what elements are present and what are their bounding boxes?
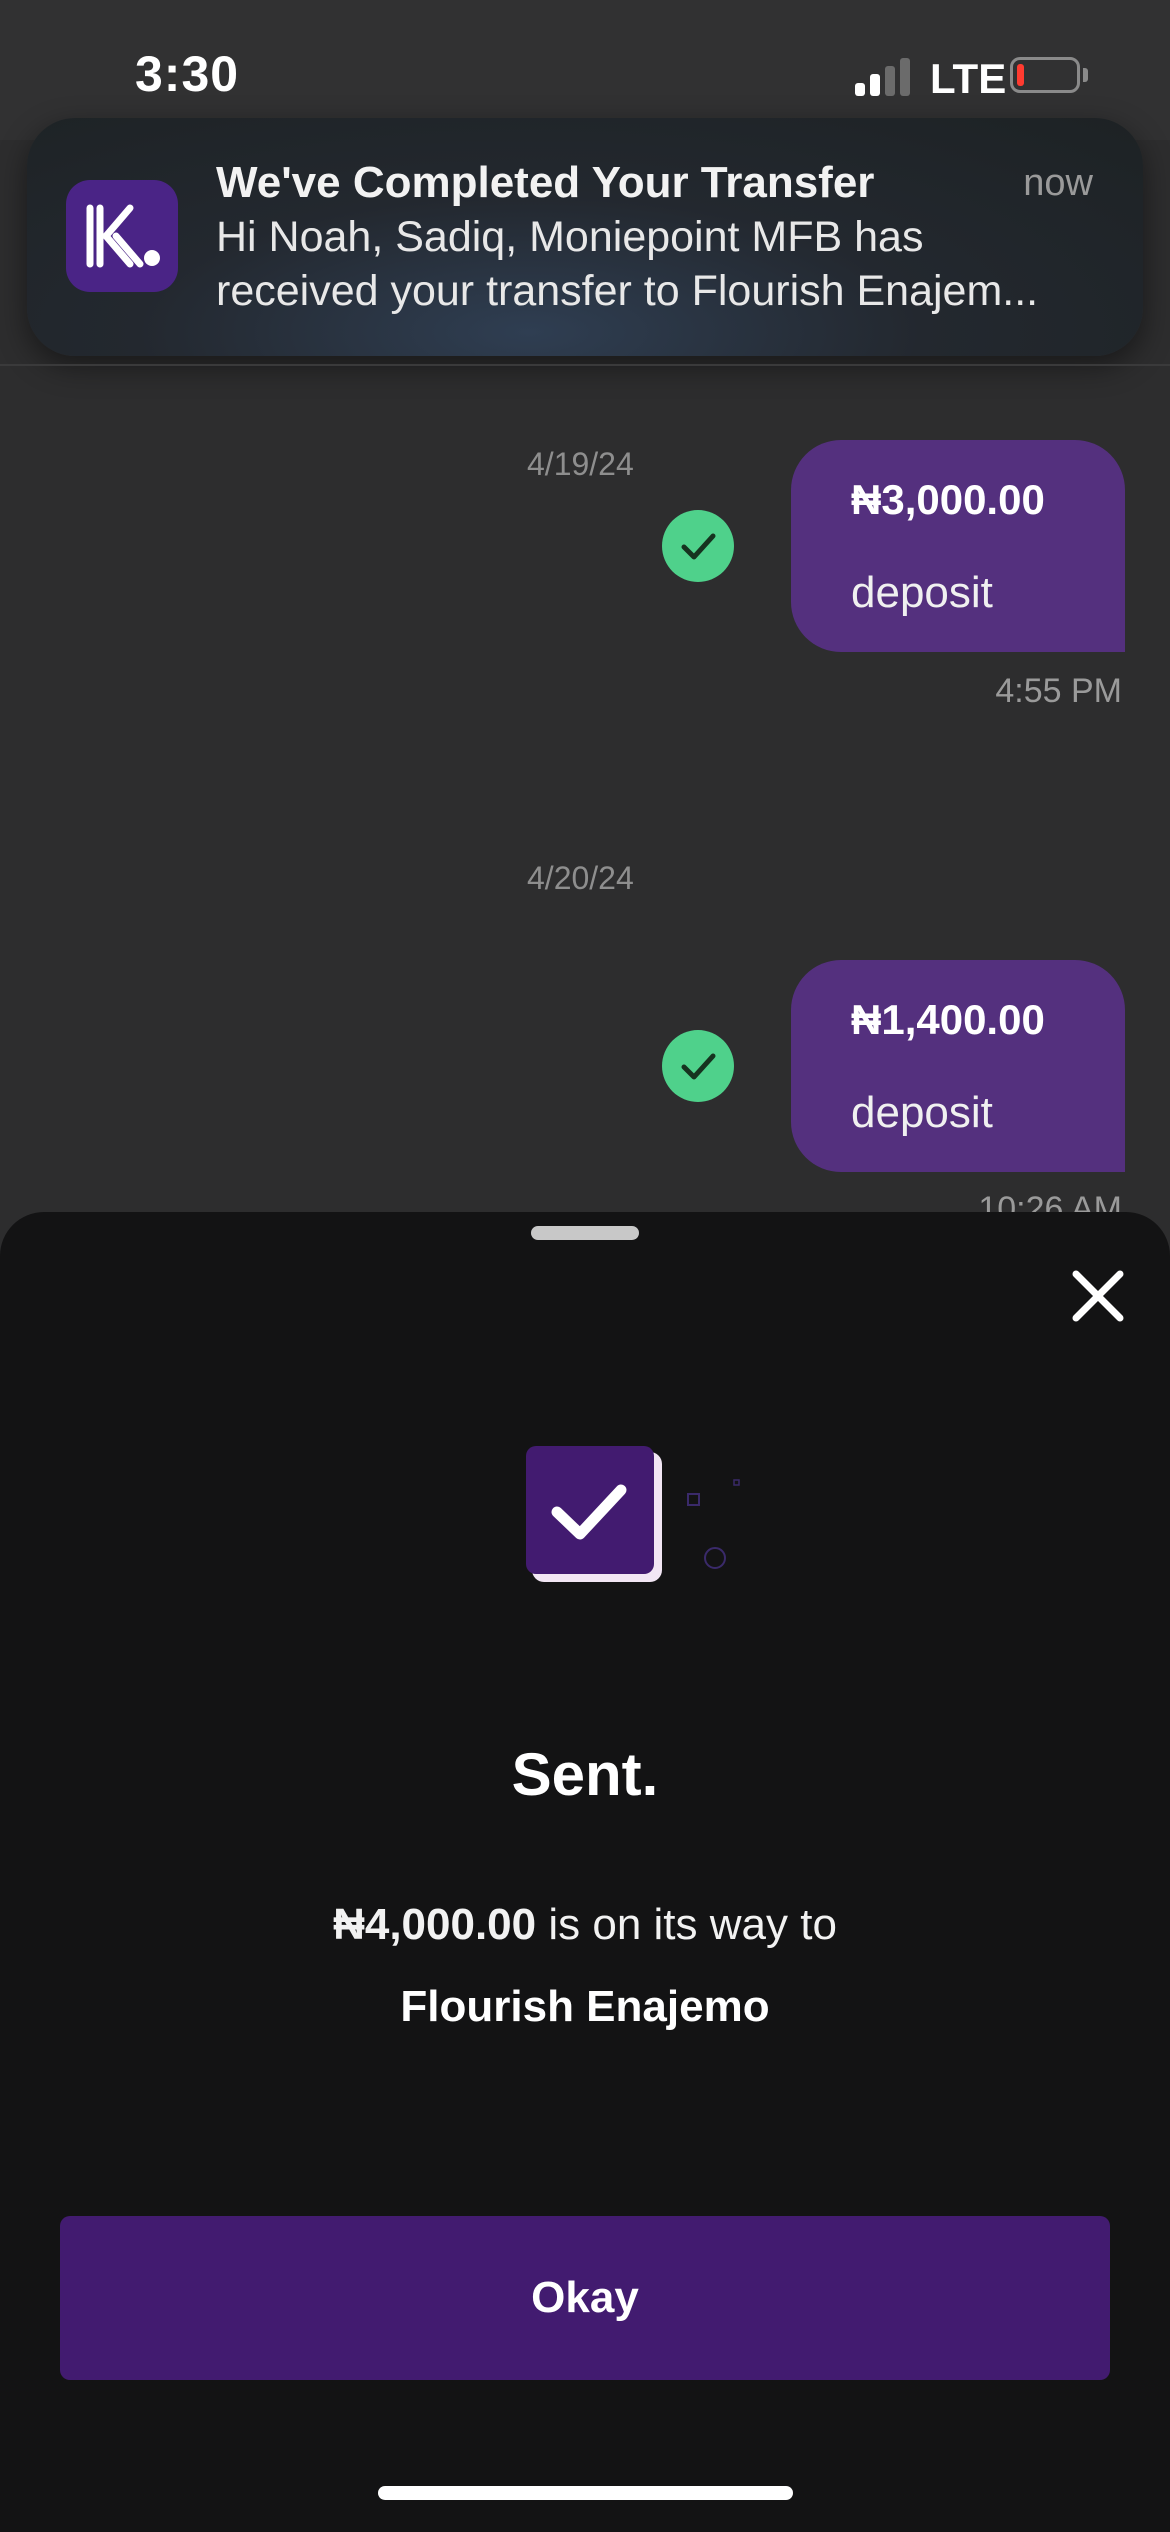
- battery-cap: [1083, 68, 1088, 82]
- screen: 3:30 LTE We've Completed Your Transfer n…: [0, 0, 1170, 2532]
- battery-icon: [1010, 57, 1080, 93]
- transaction-type: deposit: [851, 1088, 993, 1137]
- notification-banner[interactable]: We've Completed Your Transfer now Hi Noa…: [27, 118, 1143, 356]
- transaction-type: deposit: [851, 568, 993, 617]
- notification-time: now: [1023, 162, 1093, 204]
- transfer-message: ₦4,000.00 is on its way to: [0, 1900, 1170, 1950]
- check-circle-icon: [662, 510, 734, 582]
- check-circle-icon: [662, 1030, 734, 1102]
- notification-body-line: Hi Noah, Sadiq, Moniepoint MFB has: [216, 213, 924, 261]
- transfer-success-sheet: Sent. ₦4,000.00 is on its way to Flouris…: [0, 1212, 1170, 2532]
- home-indicator[interactable]: [378, 2486, 793, 2500]
- close-icon[interactable]: [1062, 1260, 1134, 1332]
- transaction-date: 4/19/24: [527, 446, 634, 482]
- okay-button[interactable]: Okay: [60, 2216, 1110, 2380]
- moniepoint-app-icon: [66, 180, 178, 292]
- divider: [0, 364, 1170, 366]
- checkbox-check-icon: [520, 1440, 760, 1600]
- transaction-date: 4/20/24: [527, 860, 634, 896]
- transfer-message-suffix: is on its way to: [536, 1900, 837, 1949]
- notification-body-line: received your transfer to Flourish Enaje…: [216, 267, 1039, 315]
- transaction-time: 4:55 PM: [995, 672, 1122, 710]
- sheet-grabber[interactable]: [531, 1226, 639, 1240]
- notification-body: Hi Noah, Sadiq, Moniepoint MFB has recei…: [216, 210, 1116, 318]
- transaction-amount: ₦3,000.00: [851, 476, 1045, 523]
- notification-title: We've Completed Your Transfer: [216, 158, 875, 207]
- transfer-amount: ₦4,000.00: [333, 1900, 537, 1949]
- status-time: 3:30: [135, 46, 240, 102]
- battery-level: [1017, 64, 1024, 86]
- transaction-bubble[interactable]: ₦1,400.00 deposit: [791, 960, 1125, 1172]
- signal-icon: [855, 58, 915, 96]
- transaction-bubble[interactable]: ₦3,000.00 deposit: [791, 440, 1125, 652]
- network-type: LTE: [930, 55, 1007, 102]
- transfer-recipient: Flourish Enajemo: [400, 1982, 770, 2031]
- transaction-amount: ₦1,400.00: [851, 996, 1045, 1043]
- sheet-title: Sent.: [511, 1741, 659, 1808]
